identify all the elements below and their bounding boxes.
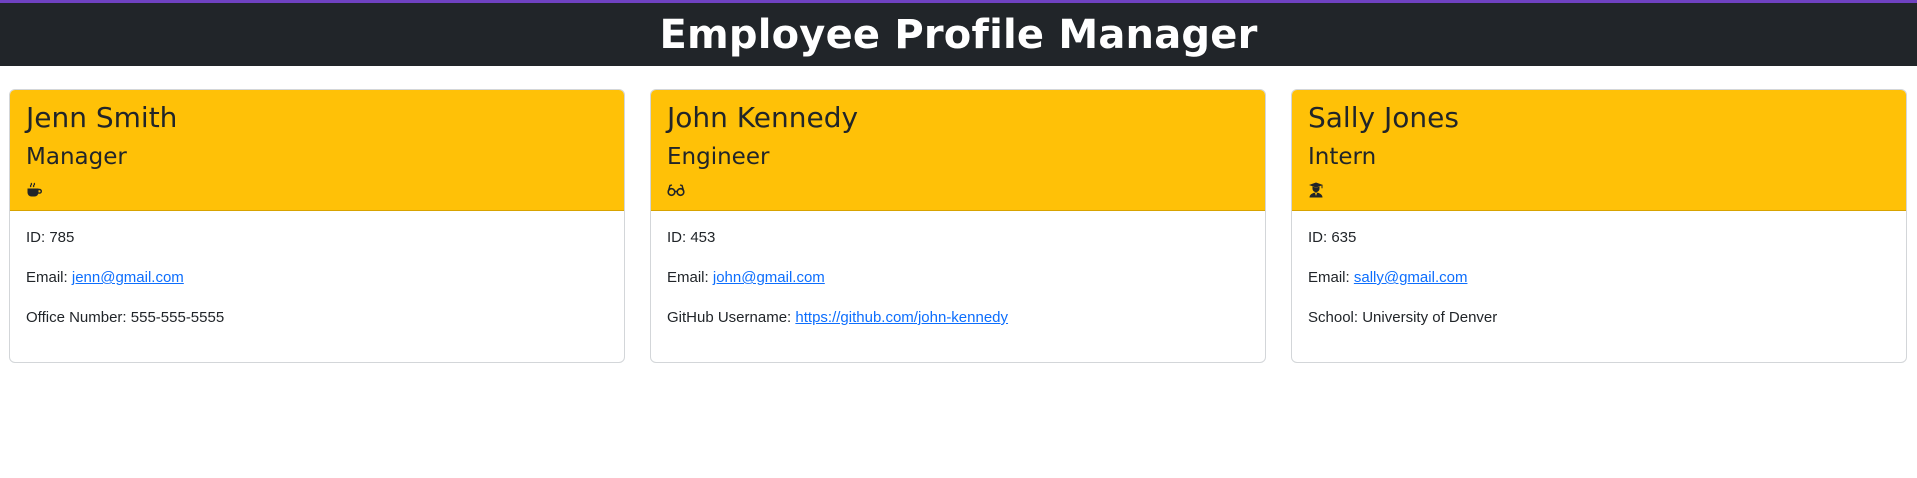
employee-card-engineer: John Kennedy Engineer ID: 453 Email: joh… [650, 89, 1266, 363]
employee-role: Manager [26, 144, 127, 170]
office-number-row: Office Number: 555-555-5555 [26, 308, 608, 328]
employee-email-row: Email: john@gmail.com [667, 268, 1249, 288]
graduate-icon [1308, 181, 1328, 199]
glasses-icon [667, 181, 687, 199]
id-label: ID: [667, 229, 687, 246]
card-header: Jenn Smith Manager [10, 90, 624, 211]
email-link[interactable]: sally@gmail.com [1354, 269, 1468, 286]
id-value: 453 [690, 229, 716, 246]
employee-id-row: ID: 635 [1308, 228, 1890, 248]
app-header: Employee Profile Manager [0, 0, 1917, 66]
card-header: John Kennedy Engineer [651, 90, 1265, 211]
office-number-value: 555-555-5555 [130, 309, 225, 326]
email-link[interactable]: john@gmail.com [713, 269, 825, 286]
employee-id-row: ID: 453 [667, 228, 1249, 248]
page-title: Employee Profile Manager [659, 11, 1258, 58]
github-link[interactable]: https://github.com/john-kennedy [795, 309, 1008, 326]
employee-role: Intern [1308, 144, 1377, 170]
employee-id-row: ID: 785 [26, 228, 608, 248]
employee-name: John Kennedy [667, 101, 859, 134]
id-value: 635 [1331, 229, 1357, 246]
school-label: School: [1308, 309, 1359, 326]
email-label: Email: [26, 269, 68, 286]
school-row: School: University of Denver [1308, 308, 1890, 328]
card-header: Sally Jones Intern [1292, 90, 1906, 211]
office-number-label: Office Number: [26, 309, 127, 326]
employee-role: Engineer [667, 144, 770, 170]
employee-email-row: Email: sally@gmail.com [1308, 268, 1890, 288]
email-label: Email: [667, 269, 709, 286]
employee-card-manager: Jenn Smith Manager ID: 785 Email: jenn@g… [9, 89, 625, 363]
card-body: ID: 635 Email: sally@gmail.com School: U… [1292, 211, 1906, 328]
email-label: Email: [1308, 269, 1350, 286]
github-label: GitHub Username: [667, 309, 792, 326]
employee-name: Jenn Smith [26, 101, 178, 134]
id-label: ID: [1308, 229, 1328, 246]
coffee-icon [26, 181, 46, 199]
school-value: University of Denver [1362, 309, 1498, 326]
id-value: 785 [49, 229, 75, 246]
id-label: ID: [26, 229, 46, 246]
card-body: ID: 785 Email: jenn@gmail.com Office Num… [10, 211, 624, 328]
employee-email-row: Email: jenn@gmail.com [26, 268, 608, 288]
email-link[interactable]: jenn@gmail.com [72, 269, 184, 286]
employee-card-intern: Sally Jones Intern ID: 635 Email: sally@… [1291, 89, 1907, 363]
employee-card-list: Jenn Smith Manager ID: 785 Email: jenn@g… [9, 89, 1907, 363]
card-body: ID: 453 Email: john@gmail.com GitHub Use… [651, 211, 1265, 328]
github-row: GitHub Username: https://github.com/john… [667, 308, 1249, 328]
employee-name: Sally Jones [1308, 101, 1459, 134]
